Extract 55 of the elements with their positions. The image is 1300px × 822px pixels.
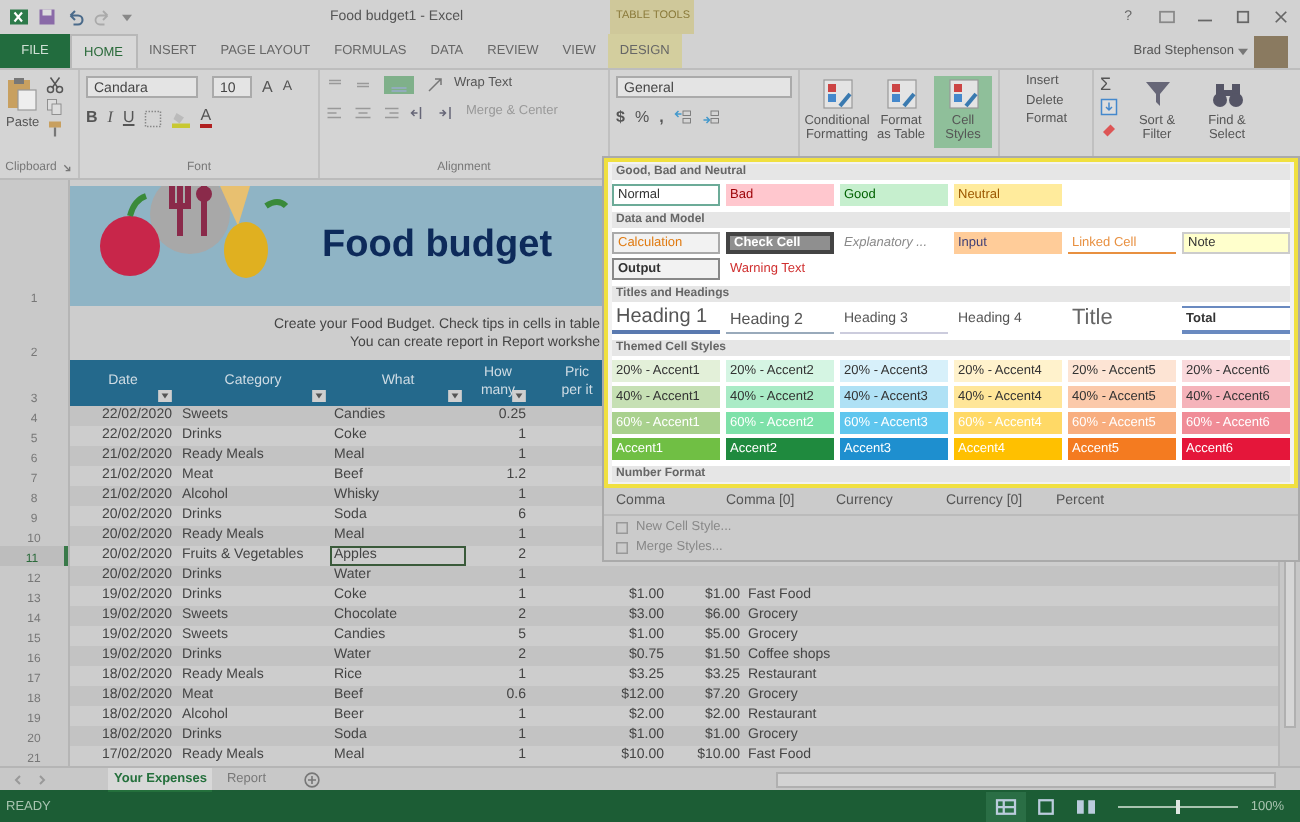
bold-button[interactable]: B	[86, 110, 98, 126]
increase-indent-icon[interactable]	[438, 104, 456, 122]
percent-button[interactable]: %	[634, 109, 650, 125]
cell-style-option[interactable]: Heading 2	[726, 306, 834, 334]
align-bottom-icon[interactable]	[382, 76, 416, 94]
filter-dropdown-icon[interactable]	[312, 390, 326, 402]
add-sheet-icon[interactable]	[304, 771, 320, 787]
align-right-icon[interactable]	[382, 104, 400, 122]
align-center-icon[interactable]	[354, 104, 372, 122]
sheet-title: Food budget	[322, 224, 553, 268]
italic-button[interactable]: I	[107, 110, 113, 126]
decrease-decimal-icon[interactable]	[701, 108, 720, 126]
launcher-icon[interactable]	[62, 164, 73, 172]
orientation-icon[interactable]	[426, 76, 444, 94]
font-color-button[interactable]: A	[200, 108, 212, 128]
horizontal-scrollbar[interactable]	[776, 771, 1276, 787]
brush-icon[interactable]	[45, 120, 64, 138]
funnel-icon[interactable]	[1141, 78, 1173, 110]
undo-icon[interactable]	[66, 8, 84, 26]
normal-view-icon[interactable]	[986, 791, 1027, 821]
binoculars-icon[interactable]	[1211, 78, 1243, 110]
border-icon[interactable]	[144, 109, 163, 127]
grid-brush-icon[interactable]	[821, 78, 853, 110]
grow-font-button[interactable]: A	[262, 79, 273, 95]
square-icon	[616, 521, 628, 533]
square-icon	[616, 541, 628, 553]
cell-style-option[interactable]: Title	[1068, 306, 1176, 334]
copy-icon[interactable]	[45, 98, 64, 116]
fill-down-icon[interactable]	[1100, 98, 1118, 116]
avatar[interactable]	[1254, 35, 1288, 67]
grid-brush-icon[interactable]	[885, 78, 917, 110]
currency-button[interactable]: $	[616, 109, 625, 125]
redo-icon[interactable]	[94, 8, 112, 26]
ribbon-display-icon[interactable]	[1158, 10, 1176, 24]
autosum-button[interactable]: Σ	[1100, 76, 1118, 94]
save-icon[interactable]	[38, 8, 56, 26]
filter-dropdown-icon[interactable]	[512, 390, 526, 402]
scissors-icon[interactable]	[45, 76, 64, 94]
clipboard-icon[interactable]	[6, 76, 39, 112]
spreadsheet-icon[interactable]	[10, 8, 28, 26]
scroll-left-icon[interactable]	[12, 773, 24, 785]
cell-style-option[interactable]: Heading 1	[612, 306, 720, 334]
align-left-icon[interactable]	[326, 104, 344, 122]
caret-icon[interactable]	[1238, 47, 1248, 55]
increase-decimal-icon[interactable]	[673, 108, 692, 126]
scroll-right-icon[interactable]	[36, 773, 48, 785]
caret-icon[interactable]	[122, 13, 132, 21]
grid-brush-icon[interactable]	[947, 78, 979, 110]
underline-button[interactable]: U	[122, 110, 135, 126]
close-icon[interactable]	[1272, 10, 1290, 24]
maximize-icon[interactable]	[1234, 10, 1252, 24]
eraser-icon[interactable]	[1100, 120, 1118, 138]
filter-dropdown-icon[interactable]	[448, 390, 462, 402]
filter-dropdown-icon[interactable]	[158, 390, 172, 402]
comma-button[interactable]: ,	[659, 109, 664, 125]
